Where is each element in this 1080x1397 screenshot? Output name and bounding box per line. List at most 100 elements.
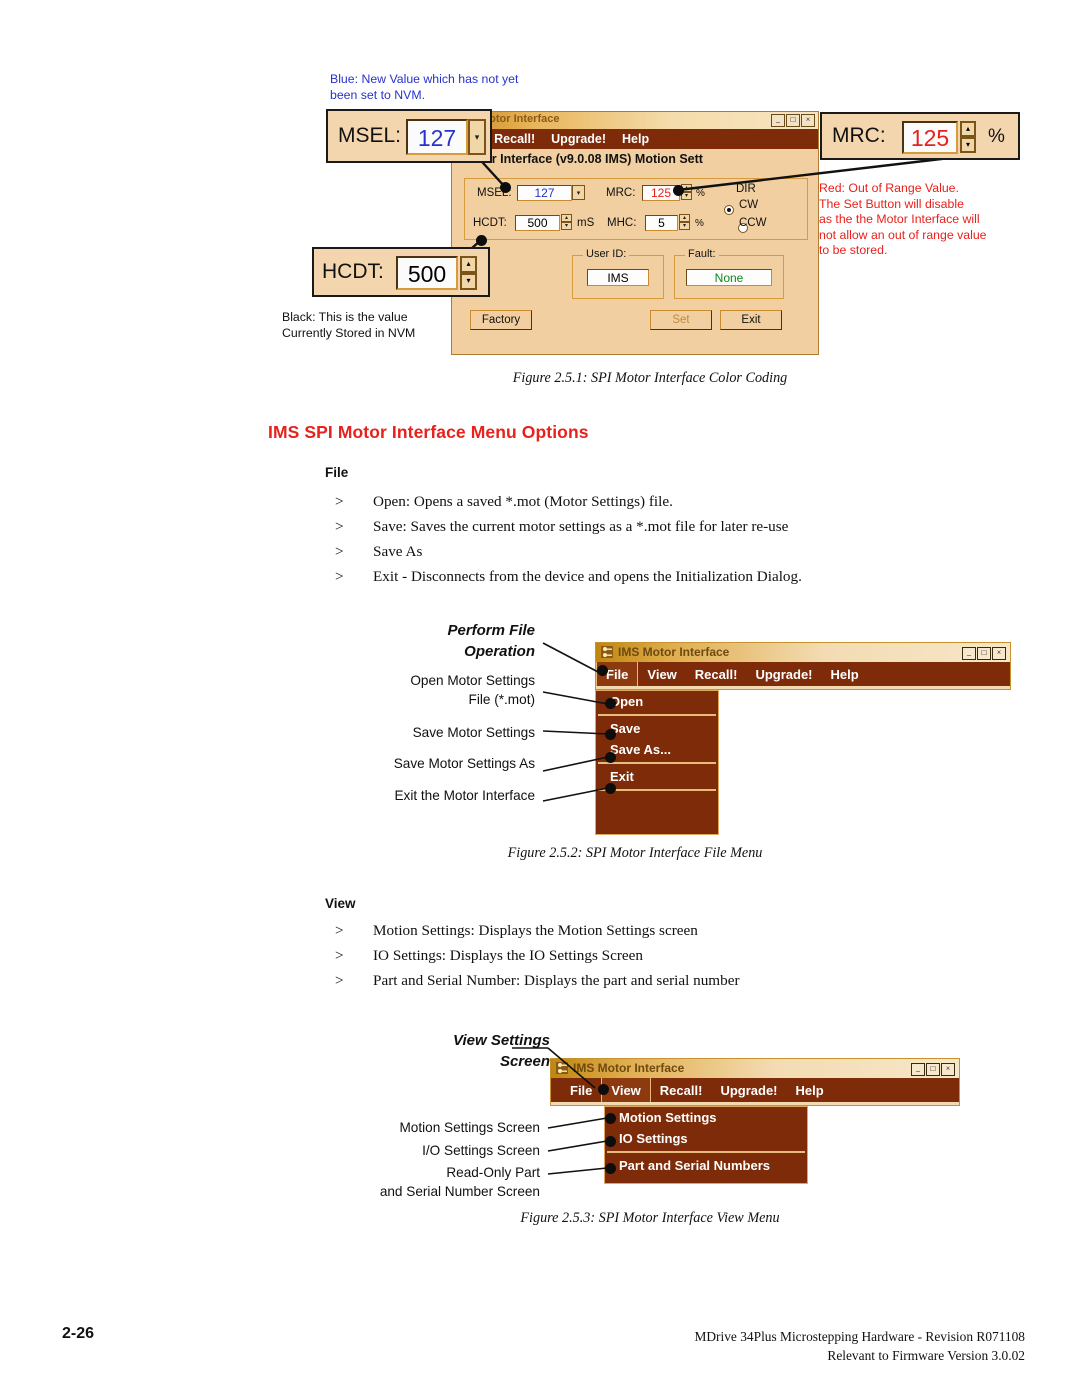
dir-ccw-label: CCW <box>739 217 767 229</box>
figure-2-5-3-annotation-io: I/O Settings Screen <box>422 1143 540 1158</box>
view-bullet-3: > Part and Serial Number: Displays the p… <box>335 972 955 990</box>
mhc-spinner[interactable]: ▴ ▾ <box>679 214 690 231</box>
file-bullet-1: > Open: Opens a saved *.mot (Motor Setti… <box>335 493 955 511</box>
menu-item-file[interactable]: File <box>561 1078 601 1102</box>
menu-bar[interactable]: File View Recall! Upgrade! Help <box>551 1078 959 1102</box>
menu-item-upgrade[interactable]: Upgrade! <box>711 1078 786 1102</box>
view-bullet-3-text: Part and Serial Number: Displays the par… <box>373 972 740 989</box>
figure-2-5-2-annotation-save: Save Motor Settings <box>412 725 535 740</box>
menu-item-help[interactable]: Help <box>822 662 868 686</box>
callout-hcdt-label: HCDT: <box>322 260 384 283</box>
page-title: IMS SPI Motor Interface Menu Options <box>268 422 589 442</box>
motion-settings-group: MSEL: 127 ▾ MRC: 125 ▴ ▾ % DIR CW CCW HCD… <box>464 178 808 240</box>
maximize-icon[interactable]: □ <box>977 647 991 660</box>
minimize-icon[interactable]: _ <box>771 114 785 127</box>
fault-value: None <box>686 269 772 286</box>
menu-bar[interactable]: File View Recall! Upgrade! Help <box>596 662 1010 686</box>
dir-cw-label: CW <box>739 199 759 211</box>
dropdown-separator <box>598 762 716 764</box>
menu-item-help[interactable]: Help <box>787 1078 833 1102</box>
mhc-unit: % <box>695 218 704 229</box>
exit-button[interactable]: Exit <box>720 310 782 330</box>
window-title-bar: Motor Interface _ □ × <box>452 112 818 129</box>
mhc-value[interactable]: 5 <box>645 215 678 231</box>
view-bullet-2-text: IO Settings: Displays the IO Settings Sc… <box>373 947 643 964</box>
annotation-blue-note: Blue: New Value which has not yet been s… <box>330 72 519 102</box>
msel-value[interactable]: 127 <box>517 185 572 201</box>
hcdt-value[interactable]: 500 <box>515 215 560 231</box>
window-controls[interactable]: _ □ × <box>962 647 1006 660</box>
leader-dot-part <box>605 1163 616 1174</box>
figure-2-5-3-annotation-motion: Motion Settings Screen <box>399 1120 540 1135</box>
window-controls[interactable]: _ □ × <box>771 114 815 127</box>
menu-bar[interactable]: iew Recall! Upgrade! Help <box>452 129 818 149</box>
figure-2-5-2-window: IMS Motor Interface _ □ × File View Reca… <box>595 642 1011 690</box>
file-subheading: File <box>325 465 349 480</box>
close-icon[interactable]: × <box>941 1063 955 1076</box>
hcdt-unit: mS <box>577 217 595 229</box>
menu-item-help[interactable]: Help <box>622 132 649 146</box>
view-bullet-1-text: Motion Settings: Displays the Motion Set… <box>373 922 698 939</box>
menu-item-view[interactable]: View <box>638 662 685 686</box>
dropdown-item-motion-settings[interactable]: Motion Settings <box>605 1107 807 1128</box>
minimize-icon[interactable]: _ <box>911 1063 925 1076</box>
leader-dot-motion <box>605 1113 616 1124</box>
callout-mrc-label: MRC: <box>832 124 886 147</box>
figure-2-5-2-annotation-title: Perform File Operation <box>447 622 535 660</box>
bullet-marker: > <box>335 543 344 560</box>
callout-hcdt-spinner: ▴ ▾ <box>460 256 477 290</box>
spi-motor-interface-window: Motor Interface _ □ × iew Recall! Upgrad… <box>451 111 819 355</box>
window-title: IMS Motor Interface <box>573 1061 685 1075</box>
figure-2-5-1-caption: Figure 2.5.1: SPI Motor Interface Color … <box>512 370 788 386</box>
figure-2-5-1: Blue: New Value which has not yet been s… <box>268 62 1028 362</box>
menu-item-upgrade[interactable]: Upgrade! <box>551 132 606 146</box>
bullet-marker: > <box>335 518 344 535</box>
app-icon <box>556 1062 568 1074</box>
hcdt-label: HCDT: <box>473 217 507 229</box>
callout-mrc-spinner: ▴ ▾ <box>960 121 976 154</box>
dropdown-separator <box>607 1151 805 1153</box>
callout-msel-value: 127 <box>406 119 468 155</box>
file-bullet-2: > Save: Saves the current motor settings… <box>335 518 955 536</box>
view-dropdown-menu[interactable]: Motion Settings IO Settings Part and Ser… <box>604 1106 808 1184</box>
bullet-marker: > <box>335 947 344 964</box>
user-id-legend: User ID: <box>583 248 630 260</box>
mhc-label: MHC: <box>607 217 637 229</box>
dropdown-item-part-serial-numbers[interactable]: Part and Serial Numbers <box>605 1155 807 1176</box>
leader-dot-save-as <box>605 752 616 763</box>
menu-item-upgrade[interactable]: Upgrade! <box>746 662 821 686</box>
leader-dot-open <box>605 698 616 709</box>
minimize-icon[interactable]: _ <box>962 647 976 660</box>
file-bullet-2-text: Save: Saves the current motor settings a… <box>373 518 789 535</box>
callout-msel: MSEL: 127 ▾ <box>326 109 492 163</box>
maximize-icon[interactable]: □ <box>926 1063 940 1076</box>
file-dropdown-menu[interactable]: Open Save Save As... Exit <box>595 690 719 835</box>
page-number: 2-26 <box>62 1325 95 1342</box>
dir-cw-radio[interactable] <box>724 205 734 216</box>
figure-2-5-2-annotation-save-as: Save Motor Settings As <box>393 756 535 771</box>
window-controls[interactable]: _ □ × <box>911 1063 955 1076</box>
close-icon[interactable]: × <box>992 647 1006 660</box>
msel-dropdown-icon[interactable]: ▾ <box>572 185 585 200</box>
mrc-unit: % <box>696 188 705 199</box>
document-page: Blue: New Value which has not yet been s… <box>0 0 1080 1397</box>
dropdown-item-io-settings[interactable]: IO Settings <box>605 1128 807 1149</box>
figure-2-5-3-caption: Figure 2.5.3: SPI Motor Interface View M… <box>520 1210 780 1226</box>
close-icon[interactable]: × <box>801 114 815 127</box>
callout-mrc-value: 125 <box>902 121 958 154</box>
callout-msel-label: MSEL: <box>338 124 402 147</box>
bullet-marker: > <box>335 568 344 585</box>
mrc-label: MRC: <box>606 187 636 199</box>
figure-2-5-2-annotation-exit: Exit the Motor Interface <box>394 788 535 803</box>
maximize-icon[interactable]: □ <box>786 114 800 127</box>
menu-item-recall[interactable]: Recall! <box>686 662 747 686</box>
menu-item-recall[interactable]: Recall! <box>494 132 535 146</box>
leader-dot-msel <box>500 182 511 193</box>
set-button: Set <box>650 310 712 330</box>
bullet-marker: > <box>335 922 344 939</box>
file-bullet-1-text: Open: Opens a saved *.mot (Motor Setting… <box>373 493 673 510</box>
callout-hcdt-value: 500 <box>396 256 458 290</box>
menu-item-recall[interactable]: Recall! <box>651 1078 712 1102</box>
user-id-value[interactable]: IMS <box>587 269 649 286</box>
hcdt-spinner[interactable]: ▴ ▾ <box>561 214 572 231</box>
